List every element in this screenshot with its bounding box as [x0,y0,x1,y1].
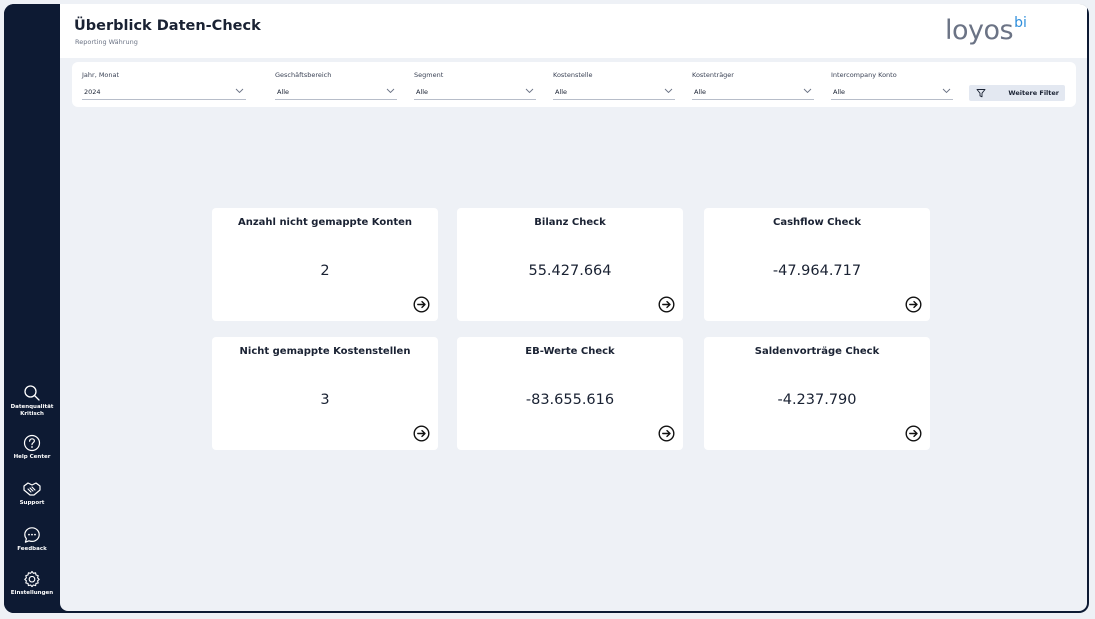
arrow-right-circle-icon[interactable] [905,425,922,442]
chat-bubble-icon [24,527,40,543]
page-header: Überblick Daten-Check Reporting Währung … [60,4,1087,58]
filter-select-jahr-monat[interactable]: 2024 [82,85,246,100]
arrow-right-circle-icon[interactable] [413,425,430,442]
card-title: Cashflow Check [773,217,861,228]
gear-icon [24,570,40,588]
filter-bar: Jahr, Monat 2024 Geschäftsbereich Alle S… [72,62,1076,107]
sidebar-item-label: Help Center [13,454,51,460]
sidebar-item-support[interactable]: Support [4,480,60,507]
filter-value: 2024 [84,88,101,96]
filter-label: Segment [414,71,444,79]
more-filters-button[interactable]: Weitere Filter [969,85,1065,101]
handshake-icon [23,482,41,496]
kpi-card-cashflow-check: Cashflow Check -47.964.717 [704,208,930,321]
sidebar: Datenqualität Kritisch Help Center Suppo… [4,4,60,613]
filter-value: Alle [416,88,429,96]
chevron-down-icon [525,88,534,94]
sidebar-item-label: Einstellungen [10,590,54,596]
filter-select-kostenstelle[interactable]: Alle [553,85,675,100]
page-title: Überblick Daten-Check [74,18,261,34]
filter-kostentraeger: Kostenträger Alle [692,70,814,100]
filter-kostenstelle: Kostenstelle Alle [553,70,675,100]
card-value: 55.427.664 [528,263,612,279]
filter-select-geschaeftsbereich[interactable]: Alle [275,85,397,100]
chevron-down-icon [235,88,244,94]
sidebar-item-label: Support [19,500,45,506]
arrow-right-circle-icon[interactable] [658,296,675,313]
card-value: 3 [320,392,330,408]
logo-text: loyos [945,15,1014,46]
filter-label: Intercompany Konto [831,71,897,79]
main-canvas: Überblick Daten-Check Reporting Währung … [60,4,1087,611]
filter-geschaeftsbereich: Geschäftsbereich Alle [275,70,397,100]
more-filters-label: Weitere Filter [1008,89,1059,97]
card-title: Saldenvorträge Check [754,346,880,357]
filter-jahr-monat: Jahr, Monat 2024 [82,70,246,100]
card-value: -4.237.790 [777,392,857,408]
app-frame: Datenqualität Kritisch Help Center Suppo… [4,4,1089,613]
sidebar-item-feedback[interactable]: Feedback [4,526,60,553]
page-subtitle: Reporting Währung [75,38,138,46]
filter-funnel-icon [976,89,986,98]
card-title: EB-Werte Check [525,346,615,357]
logo-superscript: bi [1014,15,1027,31]
sidebar-item-help-center[interactable]: Help Center [4,434,60,461]
kpi-card-eb-werte-check: EB-Werte Check -83.655.616 [457,337,683,450]
filter-select-segment[interactable]: Alle [414,85,536,100]
search-icon [24,385,40,401]
arrow-right-circle-icon[interactable] [905,296,922,313]
chevron-down-icon [942,88,951,94]
arrow-right-circle-icon[interactable] [658,425,675,442]
chevron-down-icon [803,88,812,94]
card-value: -83.655.616 [525,392,615,408]
filter-label: Geschäftsbereich [275,71,332,79]
filter-label: Jahr, Monat [82,71,120,79]
filter-value: Alle [694,88,707,96]
card-title: Bilanz Check [534,217,606,228]
filter-intercompany-konto: Intercompany Konto Alle [831,70,953,100]
brand-logo: loyos bi [945,14,1027,48]
kpi-card-saldenvortraege-check: Saldenvorträge Check -4.237.790 [704,337,930,450]
filter-value: Alle [277,88,290,96]
card-title: Anzahl nicht gemappte Konten [237,217,413,228]
filter-select-intercompany-konto[interactable]: Alle [831,85,953,100]
card-value: 2 [320,263,330,279]
kpi-card-bilanz-check: Bilanz Check 55.427.664 [457,208,683,321]
filter-label: Kostenstelle [553,71,593,79]
filter-segment: Segment Alle [414,70,536,100]
kpi-card-nicht-gemappte-kostenstellen: Nicht gemappte Kostenstellen 3 [212,337,438,450]
filter-value: Alle [833,88,846,96]
filter-select-kostentraeger[interactable]: Alle [692,85,814,100]
sidebar-item-label: Feedback [17,546,47,552]
filter-label: Kostenträger [692,71,734,79]
sidebar-item-label: Datenqualität Kritisch [10,404,54,417]
card-title: Nicht gemappte Kostenstellen [239,346,411,357]
help-icon [23,434,41,452]
card-value: -47.964.717 [772,263,862,279]
kpi-card-nicht-gemappte-konten: Anzahl nicht gemappte Konten 2 [212,208,438,321]
chevron-down-icon [386,88,395,94]
chevron-down-icon [664,88,673,94]
sidebar-item-einstellungen[interactable]: Einstellungen [4,570,60,597]
filter-value: Alle [555,88,568,96]
arrow-right-circle-icon[interactable] [413,296,430,313]
sidebar-item-datenqualitaet[interactable]: Datenqualität Kritisch [4,384,60,418]
